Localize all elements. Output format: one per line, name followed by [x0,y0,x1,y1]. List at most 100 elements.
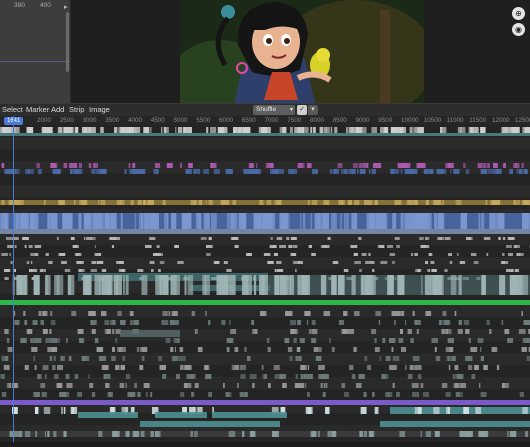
clip-strip[interactable] [114,431,120,437]
effect-strip[interactable] [206,253,211,256]
text-strip[interactable] [42,365,48,370]
effect-strip[interactable] [421,245,427,248]
channel-row[interactable] [0,149,530,161]
text-strip[interactable] [470,347,477,352]
image-strip[interactable] [303,213,305,229]
text-strip[interactable] [285,338,288,343]
clip-strip[interactable] [460,431,461,437]
text-strip[interactable] [475,365,478,370]
color-strip[interactable] [124,169,126,174]
sound-strip[interactable] [15,127,19,133]
text-strip[interactable] [432,338,438,343]
text-strip[interactable] [14,311,15,316]
text-strip[interactable] [126,374,130,379]
text-strip[interactable] [196,329,198,334]
sound-strip[interactable] [114,127,117,133]
text-strip[interactable] [33,356,34,361]
text-strip[interactable] [479,383,480,388]
movie-strip[interactable] [308,200,310,205]
text-strip[interactable] [354,347,356,352]
text-strip[interactable] [138,392,141,397]
text-strip[interactable] [318,347,321,352]
text-strip[interactable] [413,311,415,316]
sound-strip[interactable] [206,127,208,133]
image-strip[interactable] [478,213,480,229]
effect-strip[interactable] [170,275,174,295]
text-strip[interactable] [483,365,488,370]
text-strip[interactable] [311,338,315,343]
text-strip[interactable] [88,374,89,379]
effect-strip[interactable] [293,261,299,264]
text-strip[interactable] [158,356,162,361]
image-strip[interactable] [269,213,271,229]
text-strip[interactable] [78,329,84,334]
text-strip[interactable] [30,338,36,343]
text-strip[interactable] [288,347,292,352]
text-strip[interactable] [469,338,471,343]
text-strip[interactable] [205,365,209,370]
color-strip[interactable] [424,169,428,174]
text-strip[interactable] [375,311,381,316]
color-strip[interactable] [270,169,271,174]
effect-strip[interactable] [321,245,327,248]
movie-strip[interactable] [408,200,413,205]
movie-strip[interactable] [493,200,496,205]
sound-strip[interactable] [512,127,518,133]
text-strip[interactable] [117,347,122,352]
text-strip[interactable] [304,374,311,379]
color-strip[interactable] [360,169,363,174]
color-strip[interactable] [203,169,209,174]
text-strip[interactable] [59,392,66,397]
text-strip[interactable] [187,374,193,379]
effect-strip[interactable] [498,237,501,240]
text-strip[interactable] [57,383,63,388]
effect-strip[interactable] [291,237,293,240]
sound-strip[interactable] [503,127,508,133]
effect-strip[interactable] [350,245,357,248]
clip-strip[interactable] [127,431,129,437]
text-strip[interactable] [104,320,109,325]
text-strip[interactable] [24,320,27,325]
text-strip[interactable] [237,383,239,388]
text-strip[interactable] [397,311,403,316]
effect-strip[interactable] [286,275,290,295]
image-strip[interactable] [323,213,328,229]
text-strip[interactable] [104,374,105,379]
effect-strip[interactable] [288,245,292,248]
text-strip[interactable] [40,320,44,325]
effect-strip[interactable] [141,275,147,295]
effect-strip[interactable] [514,245,519,248]
image-strip[interactable] [412,213,413,229]
movie-strip[interactable] [193,200,195,205]
effect-strip[interactable] [174,245,177,248]
effect-strip[interactable] [474,261,479,264]
image-strip[interactable] [84,213,91,229]
movie-strip[interactable] [326,200,328,205]
text-strip[interactable] [25,365,28,370]
effect-strip[interactable] [396,245,400,248]
text-strip[interactable] [107,329,111,334]
image-strip[interactable] [373,213,376,229]
effect-strip[interactable] [274,253,278,256]
text-strip[interactable] [354,311,360,316]
sound-strip[interactable] [477,127,479,133]
movie-strip[interactable] [413,200,414,205]
effect-strip[interactable] [9,253,10,256]
text-strip[interactable] [6,356,8,361]
clip-strip[interactable] [462,431,464,437]
color-strip[interactable] [250,163,254,168]
adjustment-strip[interactable] [0,400,530,405]
text-strip[interactable] [405,365,406,370]
text-strip[interactable] [227,347,230,352]
color-strip[interactable] [487,169,494,174]
text-strip[interactable] [268,383,271,388]
text-strip[interactable] [9,383,11,388]
text-strip[interactable] [386,356,391,361]
color-strip[interactable] [463,163,465,168]
text-strip[interactable] [66,383,72,388]
color-strip[interactable] [521,163,524,168]
text-strip[interactable] [522,347,527,352]
text-strip[interactable] [122,356,125,361]
color-strip[interactable] [186,169,192,174]
effect-strip[interactable] [48,261,53,264]
